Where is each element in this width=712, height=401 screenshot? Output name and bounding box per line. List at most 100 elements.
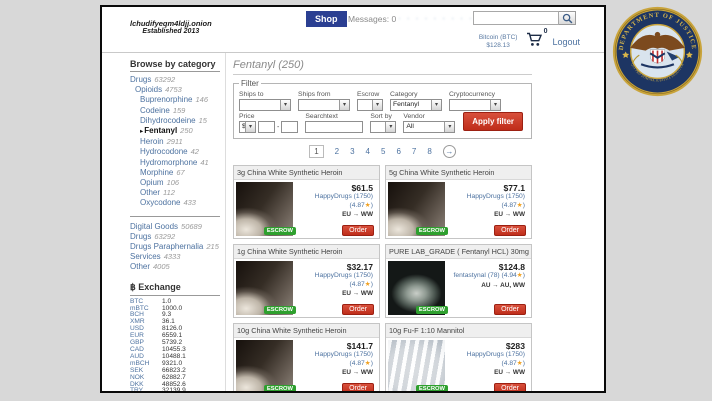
cart-button[interactable]: 0: [526, 32, 543, 52]
order-button[interactable]: Order: [494, 304, 526, 315]
sidebar-item-morphine[interactable]: Morphine67: [130, 168, 221, 178]
page-4-link[interactable]: 4: [366, 147, 370, 156]
sidebar-item-opioids[interactable]: Opioids4753: [130, 85, 221, 95]
vendor-link[interactable]: HappyDrugs (1750) (4.87★): [449, 351, 525, 368]
sidebar-item-drugs-paraphernalia[interactable]: Drugs Paraphernalia215: [130, 242, 222, 252]
sidebar-item-fentanyl-selected[interactable]: ▸Fentanyl250: [130, 126, 221, 137]
sidebar-item-drugs[interactable]: Drugs63292: [130, 75, 221, 85]
page-8-link[interactable]: 8: [427, 147, 431, 156]
sidebar-item-other[interactable]: Other112: [130, 188, 221, 198]
apply-filter-button[interactable]: Apply filter: [463, 112, 523, 131]
page-1-current[interactable]: 1: [309, 145, 323, 158]
sidebar-item-oxycodone[interactable]: Oxycodone433: [130, 198, 221, 208]
product-title[interactable]: 10g China White Synthetic Heroin: [234, 324, 379, 338]
sidebar-item-dihydrocodeine[interactable]: Dihydrocodeine15: [130, 116, 221, 126]
cart-count: 0: [544, 28, 548, 35]
escrow-badge: ESCROW: [264, 385, 296, 393]
vendor-link[interactable]: HappyDrugs (1750) (4.87★): [297, 193, 373, 210]
selected-marker-icon: ▸: [140, 128, 143, 135]
title-divider: [233, 74, 532, 75]
vendor-link[interactable]: HappyDrugs (1750) (4.87★): [297, 272, 373, 289]
product-title[interactable]: 10g Fu-F 1:10 Mannitol: [386, 324, 531, 338]
escrow-select[interactable]: ▾: [357, 99, 383, 111]
cryptocurrency-select[interactable]: ▾: [449, 99, 501, 111]
page-6-link[interactable]: 6: [396, 147, 400, 156]
category-select[interactable]: Fentanyl▾: [390, 99, 442, 111]
product-title[interactable]: 3g China White Synthetic Heroin: [234, 166, 379, 180]
category-label: Category: [390, 91, 442, 98]
ship-route: EU → WW: [449, 211, 525, 218]
ships-to-select[interactable]: ▾: [239, 99, 291, 111]
wallet-balance: Bitcoin (BTC) $128.13: [479, 34, 518, 50]
product-title[interactable]: 5g China White Synthetic Heroin: [386, 166, 531, 180]
product-card: 10g Fu-F 1:10 Mannitol ESCROW $283 Happy…: [385, 323, 532, 393]
vendor-link[interactable]: fentastynal (78) (4.94★): [449, 272, 525, 281]
product-image[interactable]: ESCROW: [236, 340, 293, 393]
sort-by-label: Sort by: [370, 113, 396, 120]
page-7-link[interactable]: 7: [412, 147, 416, 156]
product-card: 3g China White Synthetic Heroin ESCROW $…: [233, 165, 380, 239]
account-bar: Bitcoin (BTC) $128.13 0 Logout: [479, 32, 580, 52]
search-input[interactable]: [473, 11, 559, 25]
shop-button[interactable]: Shop: [306, 11, 347, 27]
btc-label: Bitcoin (BTC): [479, 34, 518, 42]
next-page-arrow-icon[interactable]: →: [443, 145, 456, 158]
searchtext-input[interactable]: [305, 121, 363, 133]
sidebar-item-services[interactable]: Services4333: [130, 252, 221, 262]
sort-by-select[interactable]: ▾: [370, 121, 396, 133]
product-card: PURE LAB_GRADE ( Fentanyl HCL) 30mg ESCR…: [385, 244, 532, 318]
product-image[interactable]: ESCROW: [388, 261, 445, 315]
price-min-input[interactable]: [258, 121, 275, 133]
product-image[interactable]: ESCROW: [388, 340, 445, 393]
site-onion-address: lchudifyeqm4ldjj.onion: [130, 19, 212, 28]
product-image[interactable]: ESCROW: [236, 261, 293, 315]
vendor-link[interactable]: HappyDrugs (1750) (4.87★): [297, 351, 373, 368]
page-2-link[interactable]: 2: [335, 147, 339, 156]
product-price: $283: [449, 341, 525, 351]
browse-header: Browse by category: [130, 59, 220, 72]
order-button[interactable]: Order: [494, 225, 526, 236]
product-title[interactable]: PURE LAB_GRADE ( Fentanyl HCL) 30mg: [386, 245, 531, 259]
category-sidebar: Browse by category Drugs63292 Opioids475…: [102, 53, 226, 392]
sidebar-item-heroin[interactable]: Heroin2911: [130, 137, 221, 147]
price-max-input[interactable]: [281, 121, 298, 133]
sidebar-item-other-top[interactable]: Other4005: [130, 262, 221, 272]
sidebar-item-digital-goods[interactable]: Digital Goods50689: [130, 222, 221, 232]
marketplace-window: lchudifyeqm4ldjj.onion Established 2013 …: [100, 5, 606, 393]
dropdown-arrow-icon: ▾: [280, 100, 290, 110]
product-price: $61.5: [297, 183, 373, 193]
product-card: 1g China White Synthetic Heroin ESCROW $…: [233, 244, 380, 318]
order-button[interactable]: Order: [342, 383, 374, 393]
dropdown-arrow-icon: ▾: [385, 122, 395, 132]
vendor-select[interactable]: All▾: [403, 121, 455, 133]
sidebar-item-drugs-top[interactable]: Drugs63292: [130, 232, 221, 242]
sidebar-divider: [130, 216, 220, 217]
product-title[interactable]: 1g China White Synthetic Heroin: [234, 245, 379, 259]
sidebar-item-hydrocodone[interactable]: Hydrocodone42: [130, 147, 221, 157]
sidebar-item-codeine[interactable]: Codeine159: [130, 106, 221, 116]
ships-from-select[interactable]: ▾: [298, 99, 350, 111]
order-button[interactable]: Order: [342, 304, 374, 315]
order-button[interactable]: Order: [342, 225, 374, 236]
messages-link[interactable]: Messages: 0: [348, 14, 396, 24]
ship-route: EU → WW: [297, 211, 373, 218]
page-5-link[interactable]: 5: [381, 147, 385, 156]
page-3-link[interactable]: 3: [350, 147, 354, 156]
ship-route: AU → AU, WW: [449, 282, 525, 289]
product-image[interactable]: ESCROW: [388, 182, 445, 236]
ship-route: EU → WW: [297, 290, 373, 297]
product-price: $124.8: [449, 262, 525, 272]
sidebar-item-opium[interactable]: Opium106: [130, 178, 221, 188]
sidebar-item-hydromorphone[interactable]: Hydromorphone41: [130, 158, 221, 168]
vendor-link[interactable]: HappyDrugs (1750) (4.87★): [449, 193, 525, 210]
logout-link[interactable]: Logout: [552, 37, 580, 47]
order-button[interactable]: Order: [494, 383, 526, 393]
site-established: Established 2013: [130, 28, 212, 37]
sidebar-item-buprenorphine[interactable]: Buprenorphine146: [130, 95, 221, 105]
site-header: lchudifyeqm4ldjj.onion Established 2013 …: [102, 7, 604, 53]
exchange-header: ฿ Exchange: [130, 282, 220, 296]
product-image[interactable]: ESCROW: [236, 182, 293, 236]
search-button[interactable]: [559, 11, 576, 25]
currency-select[interactable]: $▾: [239, 121, 256, 133]
product-grid: 3g China White Synthetic Heroin ESCROW $…: [233, 165, 532, 393]
